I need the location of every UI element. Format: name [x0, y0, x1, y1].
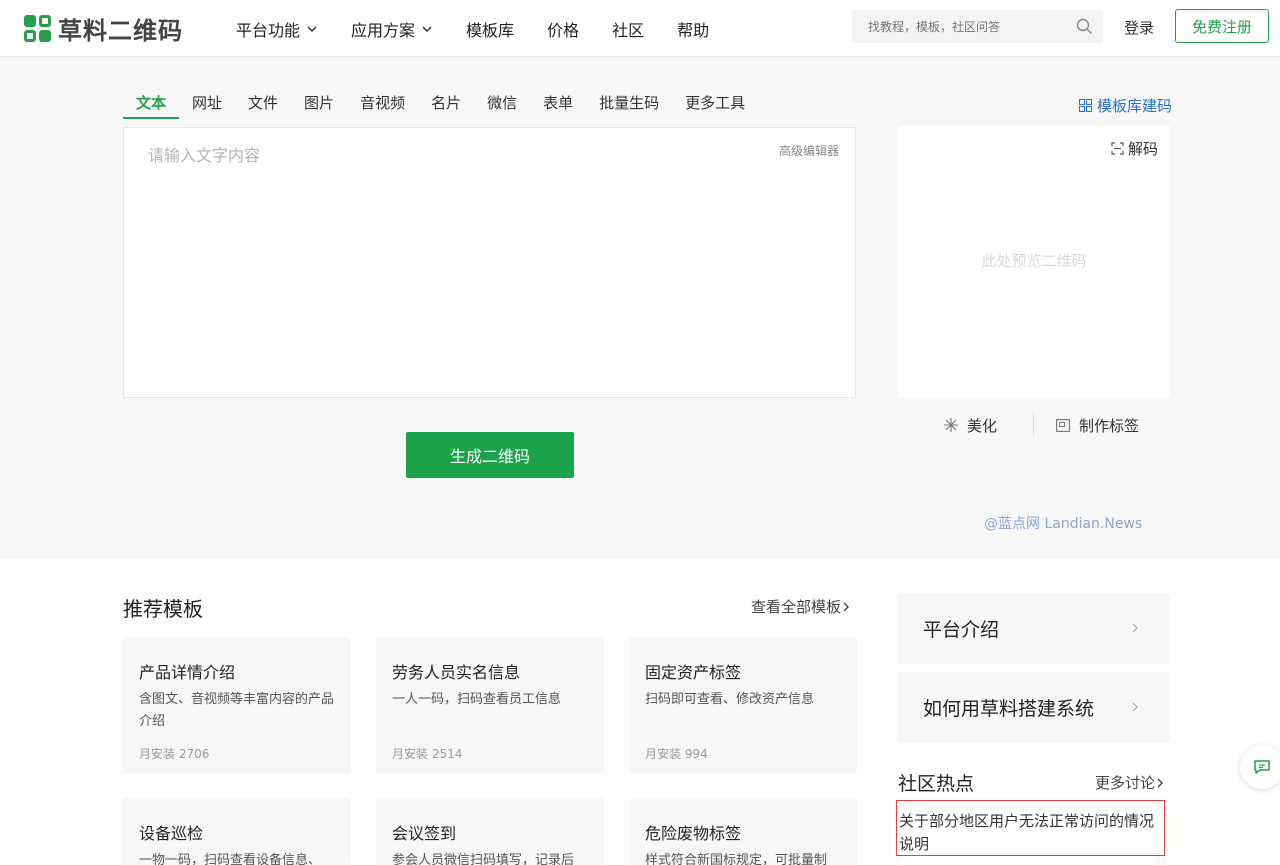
- template-card-title: 产品详情介绍: [139, 663, 236, 682]
- nav-item-solutions[interactable]: 应用方案: [351, 17, 433, 41]
- template-create-label: 模板库建码: [1097, 97, 1173, 115]
- tab-file[interactable]: 文件: [235, 92, 291, 119]
- content-type-tabs: 文本 网址 文件 图片 音视频 名片 微信 表单 批量生码 更多工具: [123, 92, 758, 119]
- nav-item-community[interactable]: 社区: [612, 17, 644, 41]
- template-card[interactable]: 劳务人员实名信息 一人一码，扫码查看员工信息 月安装 2514: [376, 637, 604, 774]
- template-card[interactable]: 会议签到 参会人员微信扫码填写，记录后: [376, 798, 604, 865]
- preview-placeholder: 此处预览二维码: [981, 252, 1087, 270]
- beautify-label: 美化: [967, 416, 998, 435]
- make-label-label: 制作标签: [1079, 416, 1140, 435]
- tab-url[interactable]: 网址: [179, 92, 235, 119]
- tab-wechat[interactable]: 微信: [474, 92, 530, 119]
- template-card[interactable]: 固定资产标签 扫码即可查看、修改资产信息 月安装 994: [629, 637, 857, 774]
- tab-audio-video[interactable]: 音视频: [347, 92, 418, 119]
- hot-topic-item[interactable]: 关于部分地区用户无法正常访问的情况说明: [896, 800, 1165, 856]
- nav-label: 价格: [547, 20, 580, 40]
- chevron-right-icon: [843, 602, 850, 611]
- search-box: [852, 10, 1103, 43]
- template-card[interactable]: 产品详情介绍 含图文、音视频等丰富内容的产品介绍 月安装 2706: [123, 637, 351, 774]
- more-discussions-label: 更多讨论: [1095, 774, 1156, 792]
- tab-text[interactable]: 文本: [123, 92, 180, 119]
- logo-icon: [24, 14, 52, 43]
- chevron-down-icon: [422, 25, 432, 32]
- view-all-templates-link[interactable]: 查看全部模板: [751, 596, 851, 617]
- qr-preview-panel: 解码 此处预览二维码: [898, 126, 1170, 398]
- grid-icon: [1079, 99, 1092, 112]
- make-label-button[interactable]: 制作标签: [1056, 415, 1139, 436]
- platform-intro-card[interactable]: 平台介绍: [898, 593, 1170, 664]
- tab-batch[interactable]: 批量生码: [586, 92, 672, 119]
- community-hot-title: 社区热点: [898, 773, 975, 795]
- action-divider: [1033, 413, 1034, 436]
- template-card-desc: 扫码即可查看、修改资产信息: [645, 692, 815, 707]
- template-card-title: 危险废物标签: [645, 824, 742, 843]
- qr-actions: 美化 制作标签: [898, 412, 1170, 438]
- template-card-desc: 参会人员微信扫码填写，记录后: [392, 853, 575, 865]
- template-card-title: 设备巡检: [139, 824, 204, 843]
- search-icon[interactable]: [1076, 18, 1093, 35]
- template-card[interactable]: 危险废物标签 样式符合新国标规定，可批量制: [629, 798, 857, 865]
- how-to-build-card[interactable]: 如何用草料搭建系统: [898, 672, 1170, 743]
- decode-label: 解码: [1127, 140, 1158, 158]
- nav-item-pricing[interactable]: 价格: [547, 17, 579, 41]
- nav-label: 社区: [612, 20, 645, 40]
- text-editor: 高级编辑器: [123, 127, 856, 398]
- more-discussions-link[interactable]: 更多讨论: [1095, 772, 1165, 793]
- template-card-title: 劳务人员实名信息: [392, 663, 521, 682]
- nav-item-platform-features[interactable]: 平台功能: [236, 17, 318, 41]
- text-content-input[interactable]: [124, 128, 855, 397]
- nav-label: 模板库: [466, 20, 515, 40]
- nav-label: 应用方案: [351, 20, 416, 40]
- template-card[interactable]: 设备巡检 一物一码，扫码查看设备信息、: [123, 798, 351, 865]
- nav-label: 帮助: [677, 20, 710, 40]
- chat-icon: [1254, 759, 1270, 774]
- how-to-build-label: 如何用草料搭建系统: [923, 698, 1095, 720]
- platform-intro-label: 平台介绍: [923, 619, 1000, 641]
- advanced-editor-link[interactable]: 高级编辑器: [779, 142, 839, 159]
- sparkle-icon: [944, 418, 958, 432]
- template-card-stat: 月安装 2706: [139, 747, 210, 761]
- template-card-desc: 一人一码，扫码查看员工信息: [392, 692, 562, 707]
- tab-business-card[interactable]: 名片: [418, 92, 474, 119]
- view-all-label: 查看全部模板: [751, 598, 842, 616]
- template-card-stat: 月安装 2514: [392, 747, 463, 761]
- template-card-desc: 一物一码，扫码查看设备信息、: [139, 853, 322, 865]
- feedback-chat-button[interactable]: [1240, 745, 1280, 789]
- tab-more-tools[interactable]: 更多工具: [672, 92, 758, 119]
- logo-text: 草料二维码: [58, 17, 183, 45]
- login-link[interactable]: 登录: [1124, 17, 1154, 38]
- recommended-templates-title: 推荐模板: [123, 597, 203, 621]
- nav-item-help[interactable]: 帮助: [677, 17, 709, 41]
- search-input[interactable]: [852, 10, 1062, 43]
- chevron-right-icon: [1132, 623, 1138, 633]
- nav-item-templates[interactable]: 模板库: [466, 17, 514, 41]
- chevron-right-icon: [1157, 778, 1164, 787]
- beautify-button[interactable]: 美化: [944, 415, 997, 436]
- nav-label: 平台功能: [236, 20, 301, 40]
- label-icon: [1056, 418, 1070, 432]
- scan-icon: [1111, 142, 1124, 155]
- generate-qr-button[interactable]: 生成二维码: [406, 432, 574, 478]
- template-card-title: 固定资产标签: [645, 663, 742, 682]
- watermark-text: @蓝点网 Landian.News: [984, 516, 1143, 532]
- template-create-link[interactable]: 模板库建码: [1079, 95, 1172, 116]
- decode-button[interactable]: 解码: [1111, 138, 1158, 159]
- logo[interactable]: 草料二维码: [24, 11, 183, 46]
- template-card-title: 会议签到: [392, 824, 457, 843]
- main-nav: 平台功能 应用方案 模板库 价格 社区 帮助: [236, 0, 742, 57]
- top-header: 草料二维码 平台功能 应用方案 模板库 价格 社区 帮助 登录 免费注册: [0, 0, 1280, 57]
- template-card-stat: 月安装 994: [645, 747, 708, 761]
- chevron-down-icon: [307, 25, 317, 32]
- template-card-desc: 含图文、音视频等丰富内容的产品介绍: [139, 692, 335, 729]
- template-card-desc: 样式符合新国标规定，可批量制: [645, 853, 828, 865]
- register-button[interactable]: 免费注册: [1175, 9, 1269, 43]
- tab-form[interactable]: 表单: [530, 92, 586, 119]
- tab-image[interactable]: 图片: [291, 92, 347, 119]
- chevron-right-icon: [1132, 702, 1138, 712]
